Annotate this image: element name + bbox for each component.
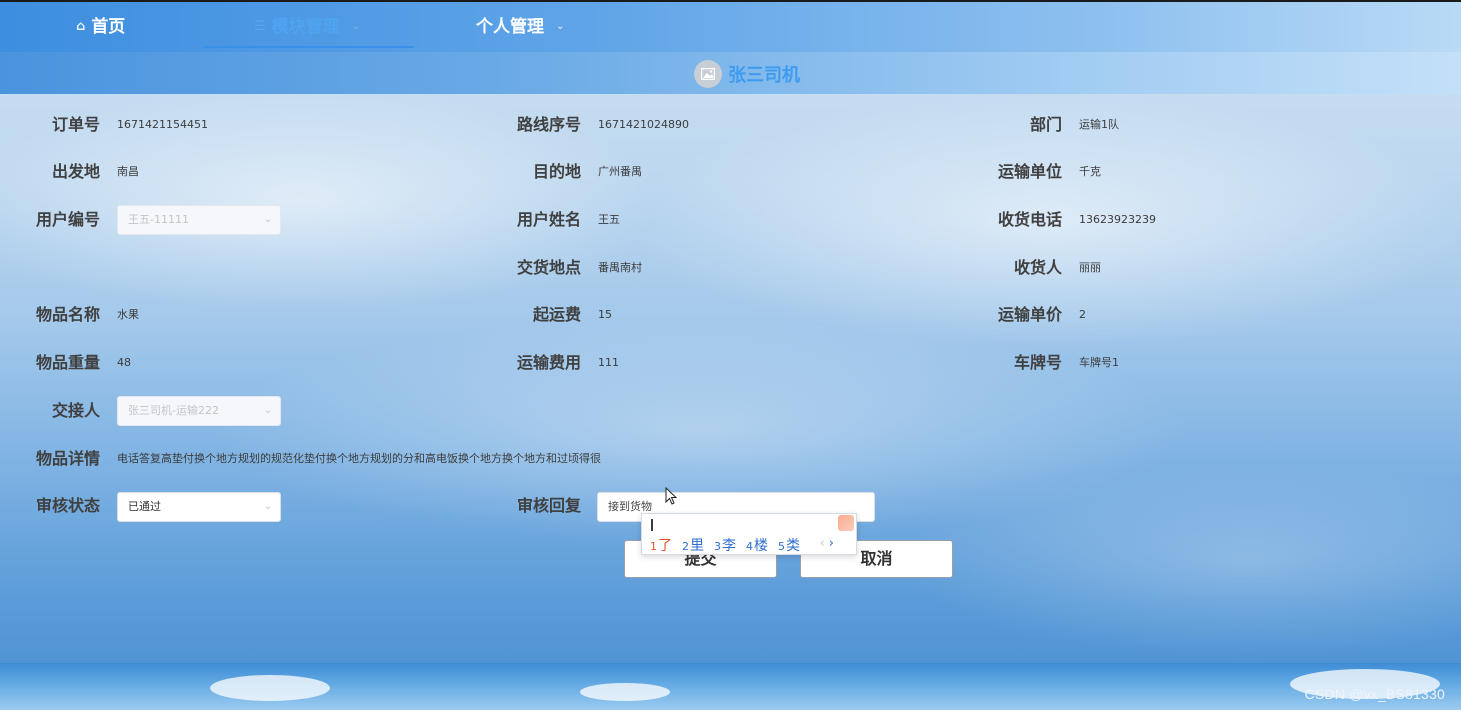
ime-composition-caret xyxy=(651,519,653,531)
receiver-label: 收货人 xyxy=(1013,258,1062,277)
chevron-down-icon: ⌄ xyxy=(263,405,272,416)
user-name-label: 用户姓名 xyxy=(516,210,581,229)
ime-next-page-icon[interactable]: › xyxy=(829,536,838,551)
ime-logo-icon xyxy=(838,515,854,531)
audit-status-label: 审核状态 xyxy=(35,496,100,515)
nav-personal-label: 个人管理 xyxy=(476,17,544,37)
ime-candidate[interactable]: 4楼 xyxy=(746,535,768,555)
nav-home-label: 首页 xyxy=(91,17,126,37)
transport-unit-label: 运输单位 xyxy=(997,162,1062,181)
destination-label: 目的地 xyxy=(532,162,581,181)
goods-detail-label: 物品详情 xyxy=(35,449,100,468)
handover-select: 张三司机-运输222 ⌄ xyxy=(117,396,281,426)
audit-status-select-value: 已通过 xyxy=(128,500,161,513)
unit-price-label: 运输单价 xyxy=(997,305,1062,324)
receiver-value: 丽丽 xyxy=(1079,261,1101,274)
base-fee-value: 15 xyxy=(598,308,612,321)
handover-label: 交接人 xyxy=(51,401,100,420)
receiver-phone-value: 13623923239 xyxy=(1079,213,1156,226)
plate-no-value: 车牌号1 xyxy=(1079,356,1119,369)
transport-unit-value: 千克 xyxy=(1079,165,1101,178)
ime-candidate-list: 1了 2里 3李 4楼 5类 xyxy=(650,535,800,555)
nav-personal-management[interactable]: 个人管理 ⌄ xyxy=(476,2,564,52)
user-no-label: 用户编号 xyxy=(35,210,100,229)
receiver-phone-label: 收货电话 xyxy=(997,210,1062,229)
image-placeholder-icon xyxy=(701,68,715,80)
base-fee-label: 起运费 xyxy=(532,305,581,324)
goods-name-value: 水果 xyxy=(117,308,139,321)
bottom-decoration xyxy=(0,663,1461,710)
audit-status-select[interactable]: 已通过 ⌄ xyxy=(117,492,281,522)
mouse-pointer-icon xyxy=(665,487,678,505)
unit-price-value: 2 xyxy=(1079,308,1086,321)
user-menu[interactable]: 张三司机 xyxy=(694,58,800,90)
watermark: CSDN @vx_BS81330 xyxy=(1304,686,1445,702)
origin-label: 出发地 xyxy=(51,162,100,181)
ime-candidate[interactable]: 3李 xyxy=(714,535,736,555)
department-label: 部门 xyxy=(1029,115,1062,134)
ime-candidate[interactable]: 1了 xyxy=(650,535,672,555)
nav-module-label: 模块管理 xyxy=(271,17,340,37)
ime-candidate-popup: 1了 2里 3李 4楼 5类 ‹› xyxy=(641,513,857,555)
order-no-label: 订单号 xyxy=(51,115,100,134)
handover-select-value: 张三司机-运输222 xyxy=(128,404,219,417)
goods-weight-label: 物品重量 xyxy=(35,353,100,372)
ime-pager: ‹› xyxy=(820,536,838,551)
goods-detail-value: 电话答复高垫付换个地方规划的规范化垫付换个地方规划的分和高电饭换个地方换个地方和… xyxy=(117,452,601,465)
chevron-down-icon: ⌄ xyxy=(263,214,272,225)
transport-fee-label: 运输费用 xyxy=(516,353,581,372)
home-icon: ⌂ xyxy=(76,19,86,34)
list-icon: ☰ xyxy=(254,19,266,34)
goods-weight-value: 48 xyxy=(117,356,131,369)
chevron-down-icon: ⌄ xyxy=(556,21,565,32)
route-no-value: 1671421024890 xyxy=(598,118,689,131)
delivery-place-label: 交货地点 xyxy=(516,258,581,277)
route-no-label: 路线序号 xyxy=(516,115,581,134)
top-navbar: ⌂ 首页 ☰ 模块管理 ⌄ 个人管理 ⌄ xyxy=(0,0,1461,52)
user-no-select-value: 王五-11111 xyxy=(128,213,189,226)
chevron-down-icon: ⌄ xyxy=(351,21,361,32)
ime-candidate[interactable]: 5类 xyxy=(778,535,800,555)
origin-value: 南昌 xyxy=(117,165,139,178)
plate-no-label: 车牌号 xyxy=(1013,353,1062,372)
ime-prev-page-icon[interactable]: ‹ xyxy=(820,536,829,551)
user-no-select: 王五-11111 ⌄ xyxy=(117,205,281,235)
username: 张三司机 xyxy=(728,65,800,86)
department-value: 运输1队 xyxy=(1079,118,1119,131)
nav-home[interactable]: ⌂ 首页 xyxy=(76,2,125,52)
audit-reply-input-value: 接到货物 xyxy=(608,500,652,513)
delivery-place-value: 番禺南村 xyxy=(598,261,642,274)
nav-module-management[interactable]: ☰ 模块管理 ⌄ xyxy=(254,2,360,52)
avatar xyxy=(694,60,722,88)
destination-value: 广州番禺 xyxy=(598,165,642,178)
chevron-down-icon: ⌄ xyxy=(263,501,272,512)
audit-reply-label: 审核回复 xyxy=(516,496,581,515)
user-name-value: 王五 xyxy=(598,213,620,226)
page-background xyxy=(0,0,1461,710)
transport-fee-value: 111 xyxy=(598,356,619,369)
ime-candidate[interactable]: 2里 xyxy=(682,535,704,555)
nav-active-underline xyxy=(204,46,414,48)
goods-name-label: 物品名称 xyxy=(35,305,100,324)
order-no-value: 1671421154451 xyxy=(117,118,208,131)
